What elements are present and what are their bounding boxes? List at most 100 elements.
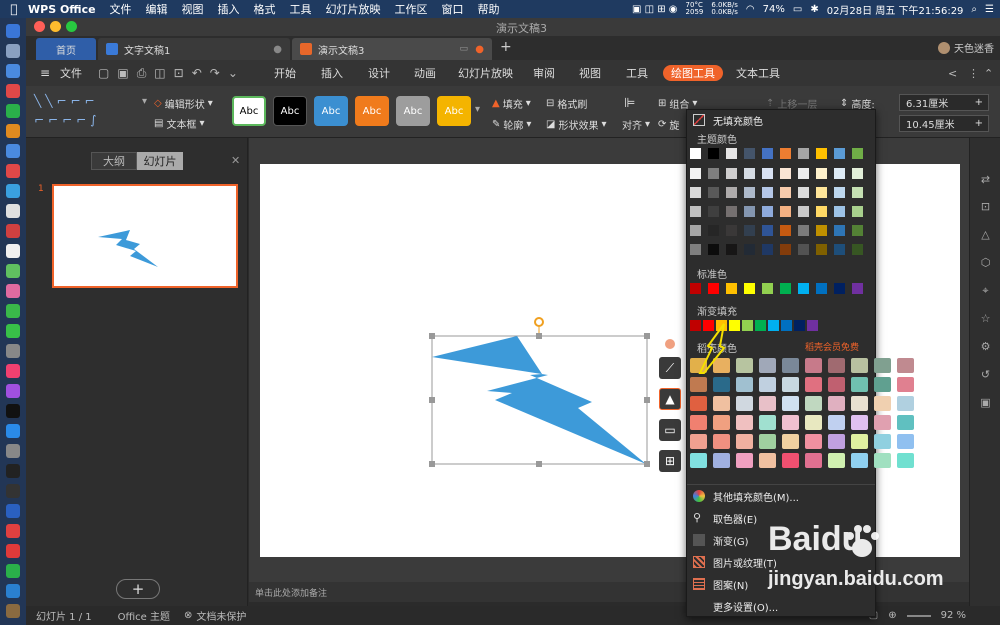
- width-input[interactable]: 10.45厘米 +: [899, 115, 989, 132]
- app-icon[interactable]: [6, 184, 20, 198]
- theme-shade-swatch[interactable]: [708, 225, 719, 236]
- docer-color-swatch[interactable]: [897, 415, 914, 430]
- menu-file[interactable]: 文件: [110, 1, 132, 17]
- theme-shade-swatch[interactable]: [852, 244, 863, 255]
- facetime-icon[interactable]: [6, 324, 20, 338]
- theme-shade-swatch[interactable]: [690, 168, 701, 179]
- gallery-scroll-icon[interactable]: ▾: [142, 96, 147, 107]
- theme-shade-swatch[interactable]: [816, 206, 827, 217]
- shape-style-swatch[interactable]: Abc: [396, 96, 430, 126]
- docer-color-swatch[interactable]: [828, 377, 845, 392]
- docer-color-swatch[interactable]: [782, 396, 799, 411]
- minimize-window-icon[interactable]: [50, 21, 61, 32]
- docer-color-swatch[interactable]: [690, 453, 707, 468]
- app-icon[interactable]: [6, 84, 20, 98]
- remove-dot-icon[interactable]: [665, 339, 675, 349]
- app-icon[interactable]: [6, 144, 20, 158]
- theme-shade-swatch[interactable]: [816, 225, 827, 236]
- redo-icon[interactable]: ↷: [210, 66, 220, 80]
- zoom-in-icon[interactable]: ⊕: [888, 610, 896, 621]
- music-icon[interactable]: [6, 364, 20, 378]
- cpu-monitor[interactable]: 70°C 2059: [686, 2, 704, 16]
- docer-color-swatch[interactable]: [851, 377, 868, 392]
- standard-color-swatch[interactable]: [780, 283, 791, 294]
- theme-shade-swatch[interactable]: [726, 225, 737, 236]
- theme-shade-swatch[interactable]: [690, 187, 701, 198]
- theme-shade-swatch[interactable]: [834, 168, 845, 179]
- docer-color-swatch[interactable]: [874, 358, 891, 373]
- menu-list-icon[interactable]: ☰: [985, 4, 994, 15]
- theme-color-grid[interactable]: [690, 148, 874, 264]
- file-menu[interactable]: 文件: [60, 65, 82, 81]
- standard-color-swatch[interactable]: [708, 283, 719, 294]
- tab-close-icon[interactable]: ●: [273, 44, 282, 55]
- docer-color-swatch[interactable]: [736, 453, 753, 468]
- docer-promo-label[interactable]: 稻壳会员免费: [805, 340, 859, 353]
- finder-icon[interactable]: [6, 24, 20, 38]
- fill-button[interactable]: ▲ 填充 ▾: [492, 96, 531, 111]
- theme-shade-swatch[interactable]: [780, 206, 791, 217]
- undo-icon[interactable]: ↶: [192, 66, 202, 80]
- menu-slideshow[interactable]: 幻灯片放映: [326, 1, 381, 17]
- outline-tool-icon[interactable]: ▭: [659, 419, 681, 441]
- shape-tool-icon[interactable]: ⊞: [659, 450, 681, 472]
- docer-color-swatch[interactable]: [713, 396, 730, 411]
- docer-color-swatch[interactable]: [828, 358, 845, 373]
- app-icon[interactable]: [6, 104, 20, 118]
- wps-icon[interactable]: [6, 544, 20, 558]
- customize-chevron-icon[interactable]: ⌄: [228, 66, 238, 80]
- gradient-color-swatch[interactable]: [742, 320, 753, 331]
- menu-edit[interactable]: 编辑: [146, 1, 168, 17]
- docer-color-swatch[interactable]: [897, 434, 914, 449]
- menu-workspace[interactable]: 工作区: [395, 1, 428, 17]
- docer-color-swatch[interactable]: [713, 453, 730, 468]
- chat-icon[interactable]: ▭: [459, 44, 468, 54]
- connector-gallery[interactable]: ╲╲⌐⌐⌐ ⌐⌐⌐⌐∫: [34, 92, 142, 132]
- theme-shade-swatch[interactable]: [762, 206, 773, 217]
- docer-color-swatch[interactable]: [897, 453, 914, 468]
- menu-window[interactable]: 窗口: [442, 1, 464, 17]
- tab-start[interactable]: 开始: [274, 65, 296, 81]
- docer-color-swatch[interactable]: [851, 396, 868, 411]
- app-icon[interactable]: [6, 604, 20, 618]
- docer-color-swatch[interactable]: [828, 396, 845, 411]
- docer-color-swatch[interactable]: [782, 358, 799, 373]
- docer-color-swatch[interactable]: [897, 358, 914, 373]
- docer-color-swatch[interactable]: [828, 434, 845, 449]
- theme-shade-swatch[interactable]: [780, 244, 791, 255]
- docer-color-swatch[interactable]: [897, 377, 914, 392]
- theme-shade-swatch[interactable]: [708, 206, 719, 217]
- save-icon[interactable]: ▣: [117, 66, 128, 80]
- docer-color-swatch[interactable]: [874, 453, 891, 468]
- tab-tools[interactable]: 工具: [626, 65, 648, 81]
- tab-view[interactable]: 视图: [579, 65, 601, 81]
- gradient-item[interactable]: 渐变(G): [693, 531, 749, 549]
- wechat-icon[interactable]: [6, 564, 20, 578]
- theme-shade-swatch[interactable]: [834, 187, 845, 198]
- tab-animation[interactable]: 动画: [414, 65, 436, 81]
- theme-color-swatch[interactable]: [762, 148, 773, 159]
- docer-color-swatch[interactable]: [736, 377, 753, 392]
- terminal-icon[interactable]: [6, 464, 20, 478]
- add-tab-button[interactable]: +: [500, 39, 512, 55]
- gradient-color-swatch[interactable]: [781, 320, 792, 331]
- docer-color-swatch[interactable]: [759, 434, 776, 449]
- docer-color-swatch[interactable]: [874, 377, 891, 392]
- preview-icon[interactable]: ◫: [154, 66, 165, 80]
- theme-shade-swatch[interactable]: [690, 225, 701, 236]
- sidebar-icon[interactable]: ▣: [979, 396, 992, 409]
- app-icon[interactable]: [6, 484, 20, 498]
- docer-color-swatch[interactable]: [805, 377, 822, 392]
- standard-color-swatch[interactable]: [852, 283, 863, 294]
- vpn-icon[interactable]: [6, 504, 20, 518]
- docer-color-swatch[interactable]: [736, 396, 753, 411]
- edit-shape-button[interactable]: ◇ 编辑形状 ▾: [154, 96, 213, 111]
- sidebar-icon[interactable]: ⌖: [979, 284, 992, 297]
- docer-color-swatch[interactable]: [690, 434, 707, 449]
- docer-color-swatch[interactable]: [759, 377, 776, 392]
- tab-outline[interactable]: 大纲: [91, 152, 137, 170]
- theme-shade-swatch[interactable]: [726, 168, 737, 179]
- standard-color-swatch[interactable]: [762, 283, 773, 294]
- brush-tool-icon[interactable]: ⟋: [659, 357, 681, 379]
- gradient-color-swatch[interactable]: [768, 320, 779, 331]
